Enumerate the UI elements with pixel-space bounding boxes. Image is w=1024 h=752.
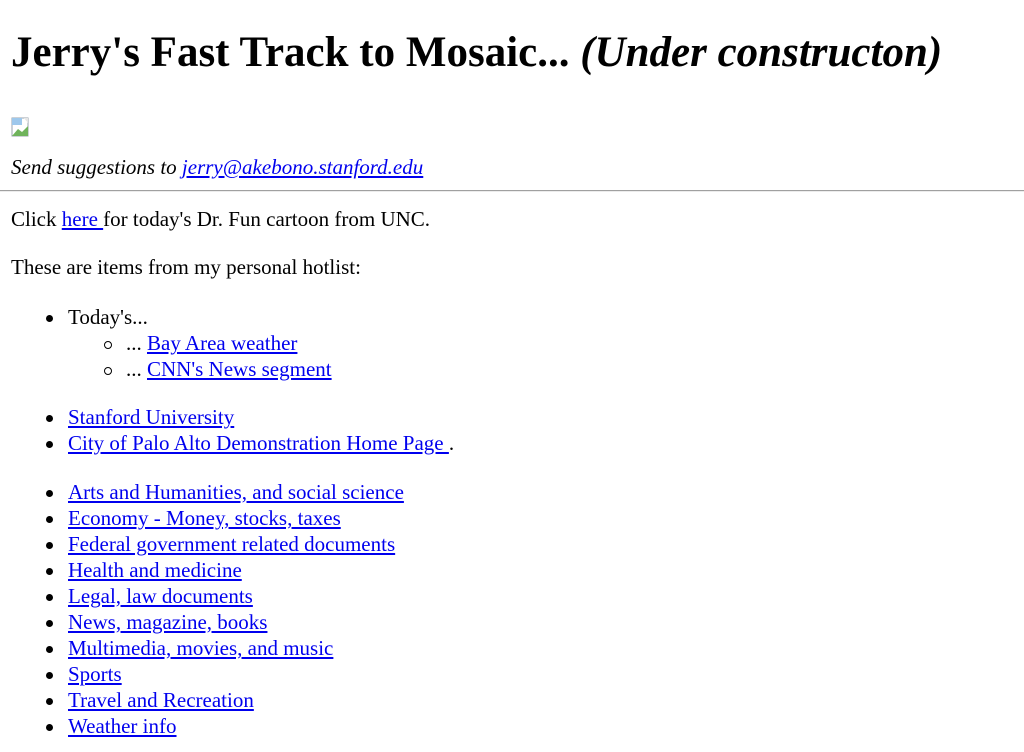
title-subtitle: (Under constructon) — [580, 29, 943, 76]
bullet-icon — [46, 441, 53, 448]
bullet-icon — [46, 516, 53, 523]
stanford-link[interactable]: Stanford University — [68, 405, 234, 429]
suggestions-prefix: Send suggestions to — [11, 155, 182, 179]
list-item: Today's... — [11, 304, 332, 330]
email-link[interactable]: jerry@akebono.stanford.edu — [182, 155, 423, 179]
bullet-icon — [46, 724, 53, 731]
bullet-icon — [46, 646, 53, 653]
bullet-icon — [46, 568, 53, 575]
bullet-icon — [46, 620, 53, 627]
bullet-icon — [46, 415, 53, 422]
list-item: Legal, law documents — [11, 583, 404, 609]
bay-area-weather-link[interactable]: Bay Area weather — [147, 331, 297, 355]
list-item: Multimedia, movies, and music — [11, 635, 404, 661]
list-item: ... CNN's News segment — [11, 356, 332, 382]
cartoon-link[interactable]: here — [62, 207, 103, 231]
category-list: Arts and Humanities, and social science … — [11, 479, 404, 739]
list-item: News, magazine, books — [11, 609, 404, 635]
circle-bullet-icon — [104, 367, 112, 375]
page-title: Jerry's Fast Track to Mosaic... (Under c… — [11, 0, 1024, 76]
today-sublist: ... Bay Area weather ... CNN's News segm… — [11, 330, 332, 382]
list-item: Travel and Recreation — [11, 687, 404, 713]
circle-bullet-icon — [104, 341, 112, 349]
suggestions-line: Send suggestions to jerry@akebono.stanfo… — [11, 154, 423, 180]
cartoon-prefix: Click — [11, 207, 62, 231]
today-label: Today's... — [68, 305, 148, 329]
bullet-icon — [46, 490, 53, 497]
category-link[interactable]: Weather info — [68, 714, 177, 738]
cartoon-paragraph: Click here for today's Dr. Fun cartoon f… — [11, 206, 430, 232]
palo-alto-link[interactable]: City of Palo Alto Demonstration Home Pag… — [68, 431, 449, 455]
broken-image-icon — [11, 117, 29, 137]
list-item: Sports — [11, 661, 404, 687]
category-link[interactable]: Federal government related documents — [68, 532, 395, 556]
category-link[interactable]: News, magazine, books — [68, 610, 267, 634]
list-item: Arts and Humanities, and social science — [11, 479, 404, 505]
list-item: City of Palo Alto Demonstration Home Pag… — [11, 430, 454, 456]
item-suffix: . — [448, 431, 455, 455]
title-main: Jerry's Fast Track to Mosaic... — [11, 29, 570, 76]
category-link[interactable]: Economy - Money, stocks, taxes — [68, 506, 341, 530]
list-item: Federal government related documents — [11, 531, 404, 557]
item-prefix: ... — [126, 357, 147, 381]
category-link[interactable]: Legal, law documents — [68, 584, 253, 608]
page: Jerry's Fast Track to Mosaic... (Under c… — [0, 0, 1024, 738]
bullet-icon — [46, 542, 53, 549]
list-item: Weather info — [11, 713, 404, 739]
bullet-icon — [46, 672, 53, 679]
category-link[interactable]: Arts and Humanities, and social science — [68, 480, 404, 504]
hotlist-intro: These are items from my personal hotlist… — [11, 255, 361, 279]
category-link[interactable]: Sports — [68, 662, 122, 686]
divider — [0, 190, 1024, 192]
list-item: Health and medicine — [11, 557, 404, 583]
item-prefix: ... — [126, 331, 147, 355]
today-list: Today's... ... Bay Area weather ... CNN'… — [11, 304, 332, 382]
cnn-news-link[interactable]: CNN's News segment — [147, 357, 332, 381]
bullet-icon — [46, 594, 53, 601]
category-link[interactable]: Multimedia, movies, and music — [68, 636, 333, 660]
list-item: ... Bay Area weather — [11, 330, 332, 356]
list-item: Stanford University — [11, 404, 454, 430]
list-item: Economy - Money, stocks, taxes — [11, 505, 404, 531]
bullet-icon — [46, 315, 53, 322]
category-link[interactable]: Health and medicine — [68, 558, 242, 582]
bullet-icon — [46, 698, 53, 705]
category-link[interactable]: Travel and Recreation — [68, 688, 254, 712]
cartoon-suffix: for today's Dr. Fun cartoon from UNC. — [103, 207, 431, 231]
local-list: Stanford University City of Palo Alto De… — [11, 404, 454, 456]
